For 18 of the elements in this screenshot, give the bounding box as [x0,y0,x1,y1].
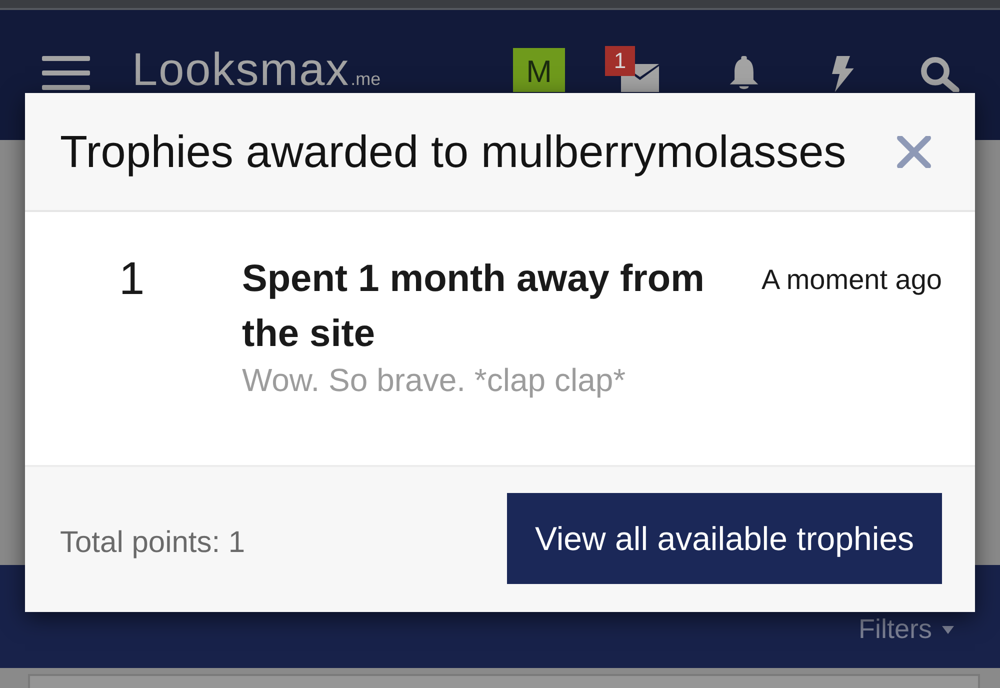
search-icon[interactable] [920,56,960,92]
lightning-icon[interactable] [829,56,854,92]
trophy-description: Wow. So brave. *clap clap* [242,362,627,399]
dialog-title: Trophies awarded to mulberrymolasses [60,126,846,178]
trophy-points: 1 [118,251,146,306]
avatar[interactable]: M [513,48,565,92]
filters-button[interactable]: Filters [858,614,954,645]
view-all-trophies-button[interactable]: View all available trophies [507,493,942,584]
trophy-time: A moment ago [761,264,942,296]
close-button[interactable] [897,136,931,168]
unread-count-badge: 1 [605,46,635,76]
total-points: Total points: 1 [60,526,246,560]
close-icon [897,136,931,168]
menu-icon[interactable] [42,56,90,90]
site-logo[interactable]: Looksmax.me [132,46,381,92]
caret-icon [942,626,954,634]
trophy-title: Spent 1 month away from the site [242,257,706,357]
bell-icon[interactable] [727,56,761,92]
